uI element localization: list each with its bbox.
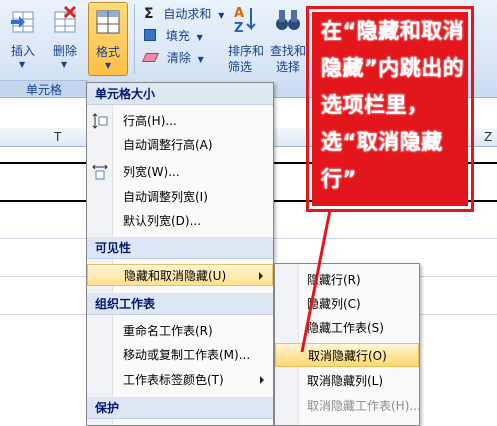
excel-window: 插入 ▼ 删除 ▼ 格式 ▼ Σ 自动求和 ▼ 填充 ▼ 清除 ▼ A Z 排序… [0,0,497,426]
annotation-pointer [300,209,332,353]
